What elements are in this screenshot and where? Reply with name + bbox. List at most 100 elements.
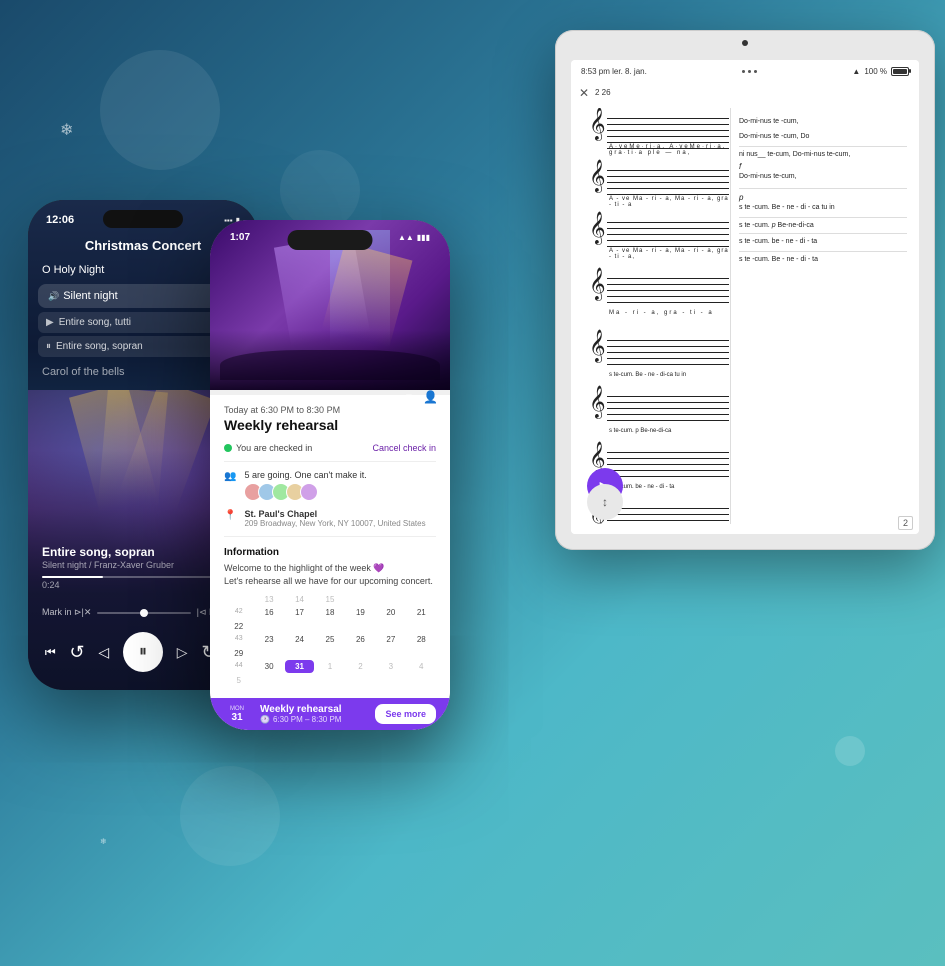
ipad-close-button[interactable]: ✕ <box>579 86 589 100</box>
mid-attendees-row: 👥 5 are going. One can't make it. <box>210 466 450 505</box>
mid-time: 1:07 <box>230 232 250 243</box>
cal-cell-next4: 4 <box>407 660 436 673</box>
left-song-card-title: 🔊 Silent night <box>48 290 118 302</box>
mid-info-section-title: Information <box>210 541 450 560</box>
play-pause-button[interactable]: ⏸ <box>123 632 163 672</box>
play-circle-icon: ▶ <box>46 317 54 328</box>
ipad-status-left: 8:53 pm ler. 8. jan. <box>581 67 647 76</box>
scroll-icon-ipad: ↕ <box>602 495 608 509</box>
mid-cal-row-44: 44 30 31 1 2 3 4 5 <box>224 660 436 687</box>
see-more-button[interactable]: See more <box>375 704 436 724</box>
cal-cell-23: 23 <box>254 633 283 646</box>
right-divider-4 <box>739 233 907 234</box>
notation-text-3: A - ve Ma - ri - a, Ma - ri - a, gra - t… <box>609 248 729 260</box>
prev-button[interactable]: ◁ <box>98 644 109 661</box>
iphone-mid-notch <box>288 230 373 250</box>
right-divider-1 <box>739 146 907 147</box>
cal-cell-28: 28 <box>407 633 436 646</box>
dot-1 <box>742 70 745 73</box>
ipad-battery-fill <box>893 69 907 74</box>
notation-text-6: s te-cum. p Be-ne-di-ca <box>609 428 729 434</box>
location-icon: 📍 <box>224 510 236 521</box>
mid-bottom-event-title: Weekly rehearsal <box>260 704 375 715</box>
pause-circle-icon: ⏸ <box>46 341 51 352</box>
person-nav-icon[interactable]: 👤 <box>423 390 438 404</box>
cal-week-43: 43 <box>224 633 253 646</box>
signal-icon-mid: ▮▮▮ <box>417 233 430 242</box>
staff-6: 𝄞 s te-cum. p Be-ne-di-ca <box>591 390 729 432</box>
ipad-status-dots <box>742 70 757 73</box>
staff-line-1-3 <box>607 130 729 131</box>
checkin-dot <box>224 444 232 452</box>
right-divider-5 <box>739 251 907 252</box>
staff-line-7-1 <box>607 452 729 453</box>
ipad-music-content: 2 26 𝄞 A·veMe·ri·a, A·veMe·ri·a, <box>571 82 919 534</box>
notation-text-5: s te-cum. Be - ne - di-ca tu in <box>609 372 729 378</box>
right-dynamic-f: f <box>739 162 907 171</box>
cal-cell-21: 21 <box>407 606 436 619</box>
staff-line-1-1 <box>607 118 729 119</box>
staff-line-7-2 <box>607 458 729 459</box>
staff-line-5-2 <box>607 346 729 347</box>
mid-status-icons: ▲▲ ▮▮▮ <box>398 232 430 243</box>
staff-line-8-1 <box>607 508 729 509</box>
staff-line-6-5 <box>607 420 729 421</box>
staff-line-6-2 <box>607 402 729 403</box>
notation-text-7: s te-cum. be - ne - di - ta <box>609 484 729 490</box>
left-mark-x-icon[interactable]: ✕ <box>84 607 92 618</box>
cal-cell-30: 30 <box>254 660 283 673</box>
mid-info-body-text: Welcome to the highlight of the week 💜 L… <box>210 560 450 589</box>
staff-line-6-4 <box>607 414 729 415</box>
staff-line-8-3 <box>607 520 729 521</box>
right-divider-2 <box>739 188 907 189</box>
cancel-checkin-button[interactable]: Cancel check in <box>372 443 436 453</box>
ipad-screen: 8:53 pm ler. 8. jan. ▲ 100 % ✕ <box>571 60 919 534</box>
staff-line-7-4 <box>607 470 729 471</box>
cal-week-label <box>224 593 253 606</box>
ipad-scroll-button[interactable]: ↕ <box>587 484 623 520</box>
rewind-button[interactable]: ↺ <box>70 642 85 663</box>
iphone-left-notch <box>103 210 183 228</box>
treble-clef-6: 𝄞 <box>591 388 606 416</box>
staff-line-2-4 <box>607 188 729 189</box>
staff-line-4-5 <box>607 302 729 303</box>
staff-line-3-3 <box>607 234 729 235</box>
right-notation-2: Do-mi-nus te -cum, Do <box>739 133 907 140</box>
mid-location-row: 📍 St. Paul's Chapel 209 Broadway, New Yo… <box>210 505 450 532</box>
cal-cell-16: 16 <box>254 606 283 619</box>
left-mark-progress <box>97 612 190 614</box>
pause-icon: ⏸ <box>139 643 147 661</box>
ipad-page-number: 2 <box>898 516 913 530</box>
right-notation-1: Do-mi-nus te -cum, <box>739 118 907 125</box>
left-mark-thumb <box>140 609 148 617</box>
notation-text-2: A - ve Ma - ri - a, Ma - ri - a, gra - t… <box>609 196 729 208</box>
edit-nav-icon[interactable]: ✏ <box>405 390 415 404</box>
cal-cell-next5: 5 <box>224 674 253 687</box>
cal-cell-next1: 1 <box>315 660 344 673</box>
wifi-icon-mid: ▲▲ <box>398 233 414 242</box>
skip-start-button[interactable]: ⏮ <box>45 645 56 660</box>
cal-cell-27: 27 <box>376 633 405 646</box>
cal-cell-26: 26 <box>346 633 375 646</box>
treble-clef-2: 𝄞 <box>591 162 606 190</box>
staff-line-4-1 <box>607 278 729 279</box>
volume-icon: 🔊 <box>48 291 59 302</box>
staff-line-2-1 <box>607 170 729 171</box>
next-button[interactable]: ▷ <box>177 644 188 661</box>
staff-4: 𝄞 Ma - ri - a, gra - ti - a <box>591 272 729 314</box>
cal-cell-25: 25 <box>315 633 344 646</box>
staff-line-1-5 <box>607 142 729 143</box>
mid-nav-back-button[interactable]: ‹ <box>222 390 227 408</box>
cal-week-44: 44 <box>224 660 253 673</box>
cal-cell-17: 17 <box>285 606 314 619</box>
staff-5: 𝄞 s te-cum. Be - ne - di-ca tu in <box>591 334 729 376</box>
staff-line-2-2 <box>607 176 729 177</box>
mid-attendees-info: 5 are going. One can't make it. <box>244 470 366 501</box>
cal-cell-29: 29 <box>224 647 253 660</box>
iphone-mid-device: 1:07 ▲▲ ▮▮▮ ‹ ✏ 👤 Today at 6:30 PM to 8:… <box>210 220 450 730</box>
mid-nav-icons: ✏ 👤 <box>405 390 438 404</box>
right-notation-7: s te -cum. be - ne - di - ta <box>739 238 907 245</box>
mid-avatars-row <box>244 483 366 501</box>
mid-event-content: Today at 6:30 PM to 8:30 PM Weekly rehea… <box>210 395 450 730</box>
time-sig-label: 2 26 <box>595 88 611 97</box>
